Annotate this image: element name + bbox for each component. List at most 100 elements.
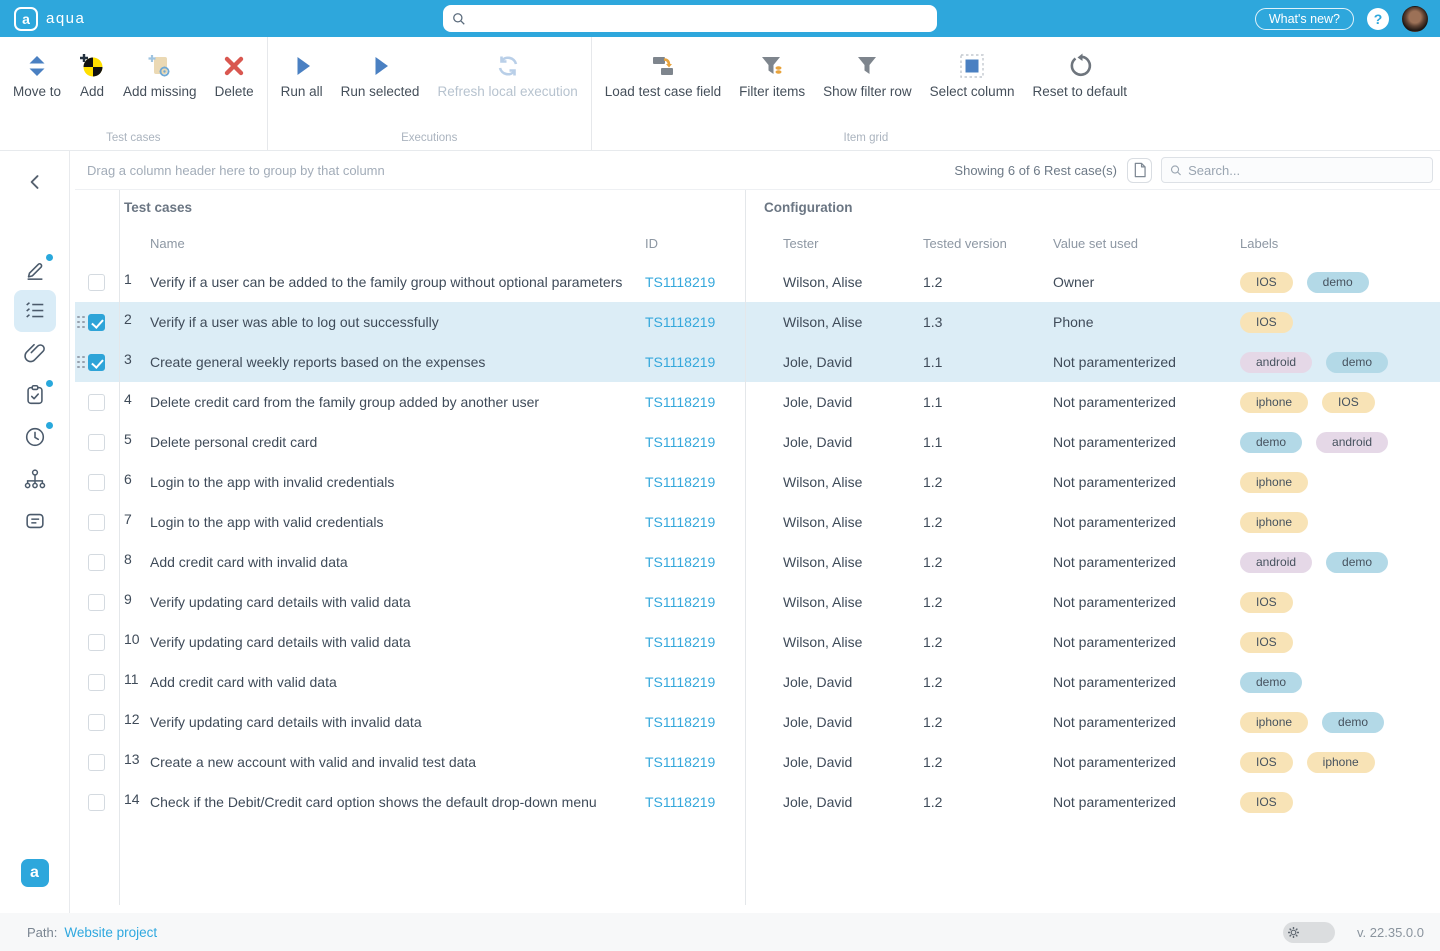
- table-row[interactable]: 11Add credit card with valid dataTS11182…: [75, 662, 1440, 702]
- sidebar-item-tasks[interactable]: [14, 374, 56, 416]
- table-row[interactable]: 2Verify if a user was able to log out su…: [75, 302, 1440, 342]
- table-row[interactable]: 3Create general weekly reports based on …: [75, 342, 1440, 382]
- drag-handle[interactable]: [77, 356, 85, 369]
- row-checkbox[interactable]: [88, 354, 105, 371]
- row-checkbox[interactable]: [88, 314, 105, 331]
- row-number: 10: [119, 622, 150, 647]
- copy-document-button[interactable]: [1127, 158, 1152, 183]
- tester-cell: Jole, David: [745, 354, 923, 370]
- column-header-tester[interactable]: Tester: [745, 236, 923, 251]
- test-case-id-cell: TS1118219: [640, 634, 745, 650]
- column-header-value-set-used[interactable]: Value set used: [1053, 236, 1219, 251]
- group-by-drop-zone[interactable]: Drag a column header here to group by th…: [87, 163, 954, 178]
- reset-to-default-button[interactable]: Reset to default: [1023, 47, 1136, 104]
- label-pill: demo: [1326, 552, 1388, 573]
- tested-version-cell: 1.2: [923, 514, 1053, 530]
- user-avatar[interactable]: [1402, 6, 1428, 32]
- sidebar-item-test-cases[interactable]: [14, 290, 56, 332]
- table-row[interactable]: 10Verify updating card details with vali…: [75, 622, 1440, 662]
- global-search-bar[interactable]: [443, 5, 937, 32]
- label-pill: iphone: [1240, 392, 1308, 413]
- row-checkbox[interactable]: [88, 274, 105, 291]
- help-icon[interactable]: ?: [1367, 8, 1389, 30]
- row-checkbox[interactable]: [88, 554, 105, 571]
- column-header-name[interactable]: Name: [150, 236, 640, 251]
- row-checkbox[interactable]: [88, 674, 105, 691]
- sidebar-item-history[interactable]: [14, 416, 56, 458]
- row-checkbox[interactable]: [88, 634, 105, 651]
- table-row[interactable]: 8Add credit card with invalid dataTS1118…: [75, 542, 1440, 582]
- whats-new-button[interactable]: What's new?: [1255, 8, 1354, 30]
- test-case-id-link[interactable]: TS1118219: [645, 794, 715, 810]
- table-row[interactable]: 5Delete personal credit cardTS1118219Jol…: [75, 422, 1440, 462]
- column-header-id[interactable]: ID: [640, 236, 745, 251]
- row-checkbox[interactable]: [88, 514, 105, 531]
- test-case-id-link[interactable]: TS1118219: [645, 394, 715, 410]
- add-icon: [79, 51, 105, 81]
- row-checkbox[interactable]: [88, 434, 105, 451]
- tester-cell: Wilson, Alise: [745, 514, 923, 530]
- app-logo: a aqua: [14, 7, 85, 31]
- load-test-case-field-button[interactable]: Load test case field: [596, 47, 730, 104]
- add-button[interactable]: Add: [70, 47, 114, 104]
- group-header-test-cases[interactable]: Test cases: [119, 200, 745, 215]
- drag-handle[interactable]: [77, 316, 85, 329]
- test-case-id-link[interactable]: TS1118219: [645, 754, 715, 770]
- run-all-button[interactable]: Run all: [272, 47, 332, 104]
- collapse-sidebar-button[interactable]: [17, 169, 53, 195]
- row-checkbox[interactable]: [88, 794, 105, 811]
- test-case-id-link[interactable]: TS1118219: [645, 714, 715, 730]
- row-checkbox[interactable]: [88, 714, 105, 731]
- grid-divider: [119, 190, 120, 905]
- gear-icon: [1286, 925, 1301, 940]
- test-case-id-link[interactable]: TS1118219: [645, 594, 715, 610]
- sidebar-item-attachments[interactable]: [14, 332, 56, 374]
- move-to-button[interactable]: Move to: [4, 47, 70, 104]
- path-project-link[interactable]: Website project: [64, 925, 157, 940]
- run-selected-button[interactable]: Run selected: [332, 47, 429, 104]
- load-field-icon: [650, 51, 676, 81]
- grid-search-bar[interactable]: [1161, 157, 1433, 183]
- sidebar-item-hierarchy[interactable]: [14, 458, 56, 500]
- table-row[interactable]: 7Login to the app with valid credentials…: [75, 502, 1440, 542]
- move-to-icon: [24, 51, 50, 81]
- select-column-button[interactable]: Select column: [921, 47, 1024, 104]
- group-header-configuration[interactable]: Configuration: [745, 200, 1440, 215]
- filter-items-button[interactable]: Filter items: [730, 47, 814, 104]
- settings-toggle[interactable]: [1283, 922, 1335, 943]
- column-header-tested-version[interactable]: Tested version: [923, 236, 1053, 251]
- sidebar-item-notes[interactable]: [14, 500, 56, 542]
- sidebar-item-edit[interactable]: [14, 248, 56, 290]
- refresh-local-execution-button: Refresh local execution: [428, 47, 586, 104]
- table-row[interactable]: 9Verify updating card details with valid…: [75, 582, 1440, 622]
- show-filter-row-button[interactable]: Show filter row: [814, 47, 921, 104]
- test-case-id-cell: TS1118219: [640, 434, 745, 450]
- table-row[interactable]: 6Login to the app with invalid credentia…: [75, 462, 1440, 502]
- table-row[interactable]: 13Create a new account with valid and in…: [75, 742, 1440, 782]
- grid-search-input[interactable]: [1188, 163, 1424, 178]
- labels-cell: iphonedemo: [1219, 712, 1440, 733]
- test-case-id-link[interactable]: TS1118219: [645, 474, 715, 490]
- column-header-labels[interactable]: Labels: [1219, 236, 1440, 251]
- table-row[interactable]: 4Delete credit card from the family grou…: [75, 382, 1440, 422]
- test-case-id-link[interactable]: TS1118219: [645, 354, 715, 370]
- row-checkbox[interactable]: [88, 754, 105, 771]
- row-checkbox[interactable]: [88, 474, 105, 491]
- table-row[interactable]: 1Verify if a user can be added to the fa…: [75, 262, 1440, 302]
- row-checkbox[interactable]: [88, 594, 105, 611]
- add-missing-button[interactable]: Add missing: [114, 47, 206, 104]
- tester-cell: Wilson, Alise: [745, 474, 923, 490]
- row-checkbox[interactable]: [88, 394, 105, 411]
- test-case-id-link[interactable]: TS1118219: [645, 634, 715, 650]
- test-case-id-link[interactable]: TS1118219: [645, 434, 715, 450]
- table-row[interactable]: 12Verify updating card details with inva…: [75, 702, 1440, 742]
- test-case-id-cell: TS1118219: [640, 714, 745, 730]
- table-row[interactable]: 14Check if the Debit/Credit card option …: [75, 782, 1440, 822]
- test-case-id-link[interactable]: TS1118219: [645, 674, 715, 690]
- delete-button[interactable]: Delete: [206, 47, 263, 104]
- test-case-id-link[interactable]: TS1118219: [645, 314, 715, 330]
- test-case-id-link[interactable]: TS1118219: [645, 274, 715, 290]
- test-case-id-link[interactable]: TS1118219: [645, 554, 715, 570]
- test-case-id-link[interactable]: TS1118219: [645, 514, 715, 530]
- global-search-input[interactable]: [472, 11, 928, 26]
